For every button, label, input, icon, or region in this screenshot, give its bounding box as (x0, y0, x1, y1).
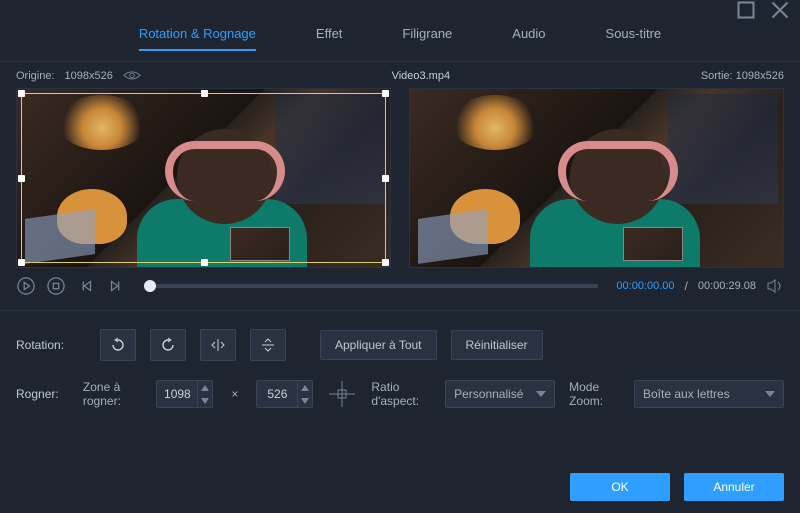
time-current: 00:00:00.00 (616, 280, 674, 292)
width-up-icon[interactable] (198, 381, 212, 394)
tab-rotation-crop[interactable]: Rotation & Rognage (139, 26, 256, 51)
crop-handle-tm[interactable] (201, 90, 208, 97)
flip-vertical-button[interactable] (250, 329, 286, 361)
flip-horizontal-button[interactable] (200, 329, 236, 361)
tab-watermark[interactable]: Filigrane (402, 26, 452, 51)
rotate-right-button[interactable] (150, 329, 186, 361)
time-total: 00:00:29.08 (698, 280, 756, 292)
dimension-separator: × (227, 387, 242, 401)
zoom-mode-select[interactable]: Boîte aux lettres (634, 380, 784, 408)
chevron-down-icon (765, 390, 775, 398)
tab-subtitle[interactable]: Sous-titre (606, 26, 662, 51)
crop-handle-bm[interactable] (201, 259, 208, 266)
source-preview[interactable] (16, 88, 391, 268)
close-icon[interactable] (770, 0, 790, 20)
tab-bar: Rotation & Rognage Effet Filigrane Audio… (0, 20, 800, 62)
crop-width-stepper[interactable] (156, 380, 213, 408)
crop-area-label: Zone à rogner: (83, 380, 142, 408)
crop-frame[interactable] (21, 93, 386, 263)
chevron-down-icon (536, 390, 546, 398)
origin-dims: 1098x526 (65, 70, 113, 82)
crop-handle-bl[interactable] (18, 259, 25, 266)
timeline-slider[interactable] (144, 284, 598, 288)
aspect-ratio-label: Ratio d'aspect: (371, 380, 431, 408)
tab-effect[interactable]: Effet (316, 26, 343, 51)
crop-handle-ml[interactable] (18, 175, 25, 182)
crop-height-stepper[interactable] (256, 380, 313, 408)
ok-button[interactable]: OK (570, 473, 670, 501)
crop-label: Rogner: (16, 387, 69, 401)
zoom-mode-label: Mode Zoom: (569, 380, 620, 408)
height-up-icon[interactable] (298, 381, 312, 394)
origin-label: Origine: (16, 70, 55, 82)
crop-width-input[interactable] (157, 387, 197, 401)
reset-button[interactable]: Réinitialiser (451, 330, 543, 360)
output-dims: 1098x526 (736, 70, 784, 82)
play-button[interactable] (16, 276, 36, 296)
next-frame-button[interactable] (106, 276, 126, 296)
playhead-handle[interactable] (144, 280, 156, 292)
crop-height-input[interactable] (257, 387, 297, 401)
output-preview (409, 88, 784, 268)
crop-handle-br[interactable] (382, 259, 389, 266)
volume-icon[interactable] (766, 277, 784, 295)
rotate-left-button[interactable] (100, 329, 136, 361)
crop-handle-tr[interactable] (382, 90, 389, 97)
height-down-icon[interactable] (298, 394, 312, 407)
aspect-ratio-select[interactable]: Personnalisé (445, 380, 555, 408)
crop-handle-mr[interactable] (382, 175, 389, 182)
cancel-button[interactable]: Annuler (684, 473, 784, 501)
prev-frame-button[interactable] (76, 276, 96, 296)
crop-handle-tl[interactable] (18, 90, 25, 97)
zoom-mode-value: Boîte aux lettres (643, 387, 730, 401)
crop-position-icon[interactable] (327, 377, 357, 411)
apply-all-button[interactable]: Appliquer à Tout (320, 330, 437, 360)
rotation-label: Rotation: (16, 338, 86, 352)
tab-audio[interactable]: Audio (512, 26, 545, 51)
preview-toggle-icon[interactable] (123, 70, 141, 82)
width-down-icon[interactable] (198, 394, 212, 407)
maximize-icon[interactable] (736, 0, 756, 20)
aspect-ratio-value: Personnalisé (454, 387, 523, 401)
output-label: Sortie: (701, 70, 733, 82)
stop-button[interactable] (46, 276, 66, 296)
filename-label: Video3.mp4 (141, 70, 701, 82)
